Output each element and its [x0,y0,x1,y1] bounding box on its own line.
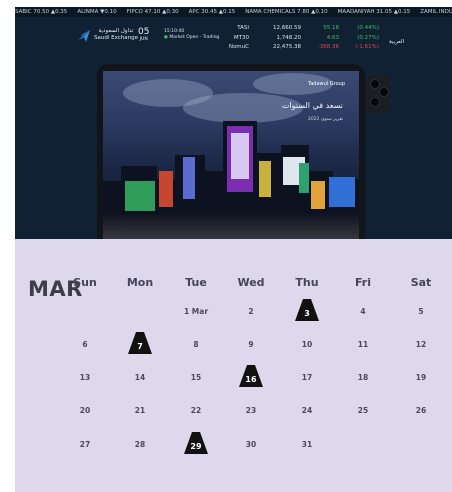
tablet-screen-image: Tadawul Group نسعد في السنوات تقرير سنوي… [103,71,359,241]
language-switch[interactable]: العربية [389,39,404,45]
calendar-day[interactable]: 21 [120,406,160,415]
calendar-day[interactable]: 17 [287,373,327,382]
calendar-day[interactable]: 13 [65,373,105,382]
day-number: 16 [245,375,257,384]
ticker-item[interactable]: FIPCO 47.10 ▲0.30 [127,9,179,15]
saudi-exchange-logo-icon[interactable] [76,28,92,44]
ticker-item[interactable]: APC 30.45 ▲0.15 [189,9,236,15]
calendar-day[interactable]: 22 [176,406,216,415]
hero-title: نسعد في السنوات [281,101,343,110]
calendar-day[interactable]: 18 [343,373,383,382]
hero-subtitle: تقرير سنوي 2022 [307,117,343,122]
date-month: JUN [139,37,148,42]
ticker-item[interactable]: ALINMA ▼0.10 [77,9,116,15]
calendar-day[interactable]: 12 [401,340,441,349]
calendar-day[interactable]: 6 [65,340,105,349]
calendar-day[interactable]: 9 [231,340,271,349]
calendar-day[interactable]: 11 [343,340,383,349]
calendar-day[interactable]: 5 [401,307,441,316]
weekday-mon: Mon [126,276,154,289]
highlighted-day[interactable]: 3 [295,299,319,321]
calendar-day[interactable]: 14 [120,373,160,382]
calendar-day[interactable]: 27 [65,440,105,449]
calendar-day[interactable]: 26 [401,406,441,415]
market-status-text: Market Open - Trading [169,35,220,40]
calendar-day[interactable]: 8 [176,340,216,349]
highlighted-day[interactable]: 16 [239,365,263,387]
ticker-item[interactable]: SABIC 70.50 ▲0.35 [15,9,67,15]
highlighted-day[interactable]: 29 [184,432,208,454]
tadawul-group-logo: Tadawul Group [308,81,345,87]
stock-ticker: SABIC 70.50 ▲0.35 ALINMA ▼0.10 FIPCO 47.10… [15,7,452,17]
weekday-wed: Wed [237,276,265,289]
weekday-sat: Sat [410,276,432,289]
calendar-day[interactable]: 19 [401,373,441,382]
date-box: 05 JUN [138,27,150,43]
logo-english: Saudi Exchange [94,35,138,41]
date-day: 05 [138,27,150,37]
logo-arabic: تداول السعودية [98,28,134,34]
logo-text[interactable]: تداول السعودية Saudi Exchange [94,28,138,42]
calendar-day[interactable]: 1 Mar [176,307,216,316]
calendar-day[interactable]: 20 [65,406,105,415]
calendar-day[interactable]: 15 [176,373,216,382]
calendar-day[interactable]: 31 [287,440,327,449]
calendar-day[interactable]: 30 [231,440,271,449]
ticker-item[interactable]: MAADANIYAH 31.05 ▲0.15 [338,9,411,15]
weekday-fri: Fri [354,276,371,289]
day-number: 7 [137,342,143,351]
day-number: 3 [304,309,310,318]
calendar: MAR Sun Mon Tue Wed Thu Fri Sat 1 Mar 2 3 4 5 6 7 8 9 10… [15,239,452,492]
calendar-day[interactable]: 2 [231,307,271,316]
weekday-sun: Sun [73,276,97,289]
ticker-item[interactable]: ZAMIL INDUST ▲0.15 [420,9,452,15]
calendar-day[interactable]: 23 [231,406,271,415]
index-row-tasi[interactable]: TASI 12,660.59 55.18 (0.44%) [225,24,425,34]
calendar-day[interactable]: 24 [287,406,327,415]
market-status: 15:10:40 ● Market Open - Trading [164,29,220,40]
calendar-day[interactable]: 4 [343,307,383,316]
highlighted-day[interactable]: 7 [128,332,152,354]
ticker-item[interactable]: NAMA CHEMICALS 7.80 ▲0.10 [245,9,327,15]
day-number: 29 [190,442,202,451]
tablet-camera [366,75,390,113]
weekday-tue: Tue [185,276,207,289]
calendar-day[interactable]: 28 [120,440,160,449]
weekday-thu: Thu [295,276,319,289]
calendar-day[interactable]: 25 [343,406,383,415]
calendar-day[interactable]: 10 [287,340,327,349]
